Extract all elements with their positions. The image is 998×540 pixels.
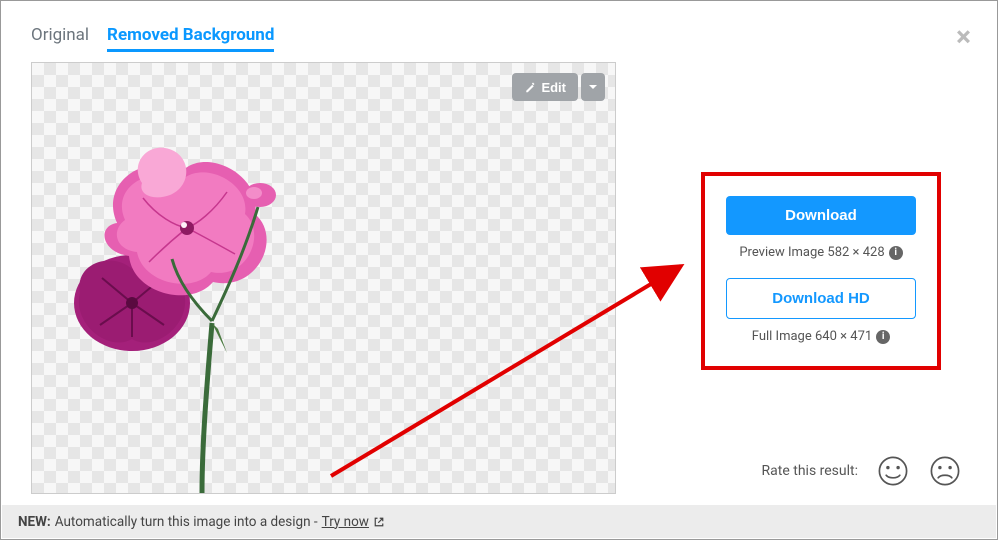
result-image: Edit bbox=[31, 62, 616, 494]
edit-dropdown[interactable] bbox=[581, 73, 605, 101]
rate-label: Rate this result: bbox=[762, 463, 858, 479]
edit-label: Edit bbox=[541, 80, 566, 95]
download-highlight-box: Download Preview Image 582 × 428 i Downl… bbox=[701, 172, 941, 370]
close-icon[interactable]: × bbox=[956, 23, 971, 51]
download-hd-button[interactable]: Download HD bbox=[726, 278, 916, 319]
download-button[interactable]: Download bbox=[726, 196, 916, 235]
tab-removed-background[interactable]: Removed Background bbox=[107, 25, 274, 52]
info-icon[interactable]: i bbox=[889, 246, 903, 260]
frown-icon[interactable] bbox=[928, 454, 962, 488]
flower-illustration bbox=[42, 133, 342, 493]
try-now-link[interactable]: Try now bbox=[322, 514, 385, 530]
footer-text: Automatically turn this image into a des… bbox=[55, 514, 318, 530]
external-link-icon bbox=[373, 516, 385, 528]
preview-caption: Preview Image 582 × 428 i bbox=[739, 245, 902, 260]
tab-original[interactable]: Original bbox=[31, 25, 89, 52]
chevron-down-icon bbox=[588, 82, 598, 92]
full-caption: Full Image 640 × 471 i bbox=[752, 329, 890, 344]
smile-icon[interactable] bbox=[876, 454, 910, 488]
info-icon[interactable]: i bbox=[876, 330, 890, 344]
tabs: Original Removed Background bbox=[31, 25, 967, 52]
footer-banner: NEW: Automatically turn this image into … bbox=[2, 505, 996, 538]
footer-new: NEW: bbox=[18, 514, 51, 530]
wand-icon bbox=[524, 81, 536, 93]
edit-button[interactable]: Edit bbox=[512, 73, 578, 101]
